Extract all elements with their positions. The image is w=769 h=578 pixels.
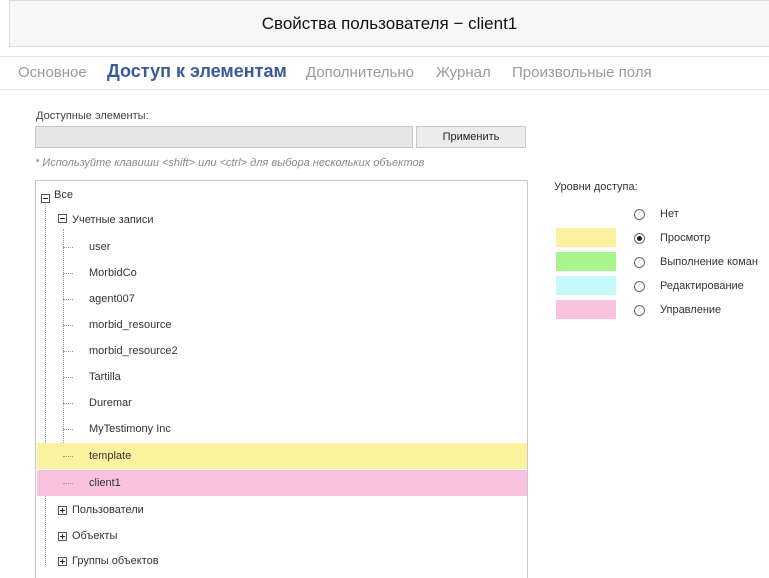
tree-leaf-account[interactable]: user xyxy=(37,234,527,260)
account-label: MyTestimony Inc xyxy=(89,423,171,435)
tree-connector xyxy=(63,377,73,378)
tab-element-access[interactable]: Доступ к элементам xyxy=(107,61,287,82)
available-elements-label: Доступные элементы: xyxy=(36,110,149,122)
radio-access-view[interactable] xyxy=(634,233,645,244)
tree-node-object-groups[interactable]: Группы объектов xyxy=(72,548,159,574)
tab-bar: Основное Доступ к элементам Дополнительн… xyxy=(0,56,769,90)
account-label: MorbidCo xyxy=(89,267,137,279)
access-levels-title: Уровни доступа: xyxy=(554,181,638,193)
color-swatch-edit xyxy=(556,276,616,295)
tab-additional[interactable]: Дополнительно xyxy=(306,64,414,81)
color-swatch-exec xyxy=(556,252,616,271)
color-swatch-view xyxy=(556,228,616,247)
tree-node-users[interactable]: Пользователи xyxy=(72,497,144,523)
tree-leaf-account[interactable]: morbid_resource2 xyxy=(37,338,527,364)
tree-leaf-account[interactable]: agent007 xyxy=(37,286,527,312)
available-elements-input[interactable] xyxy=(35,126,413,148)
access-level-label: Выполнение коман xyxy=(660,256,758,268)
tree-leaf-account[interactable]: Duremar xyxy=(37,390,527,416)
color-swatch-manage xyxy=(556,300,616,319)
tree-leaf-account[interactable]: morbid_resource xyxy=(37,312,527,338)
tree-connector xyxy=(63,456,73,457)
tree-leaf-account[interactable]: Tartilla xyxy=(37,364,527,390)
account-label: user xyxy=(89,241,111,253)
tree-connector xyxy=(63,325,73,326)
tree-connector xyxy=(63,247,73,248)
expand-icon[interactable] xyxy=(58,506,67,515)
account-label: Tartilla xyxy=(89,371,121,383)
dialog-title: Свойства пользователя − client1 xyxy=(261,14,518,33)
expand-icon[interactable] xyxy=(58,532,67,541)
tree-node-objects[interactable]: Объекты xyxy=(72,523,117,549)
tree-node-all[interactable]: Все xyxy=(54,182,73,208)
tree-connector xyxy=(63,429,73,430)
radio-access-none[interactable] xyxy=(634,209,645,220)
tree-leaf-account[interactable]: MyTestimony Inc xyxy=(37,416,527,442)
expand-icon[interactable] xyxy=(58,557,67,566)
tree-connector xyxy=(63,273,73,274)
collapse-icon[interactable] xyxy=(41,194,50,203)
account-label: agent007 xyxy=(89,293,135,305)
tab-main[interactable]: Основное xyxy=(18,64,87,81)
account-label: Duremar xyxy=(89,397,132,409)
title-bar: Свойства пользователя − client1 xyxy=(9,0,769,47)
tree-node-accounts[interactable]: Учетные записи xyxy=(72,207,154,233)
tree-connector xyxy=(63,403,73,404)
elements-tree: Все Учетные записи user MorbidCo agent00… xyxy=(35,180,528,578)
collapse-icon[interactable] xyxy=(58,214,67,223)
radio-access-edit[interactable] xyxy=(634,281,645,292)
tree-connector xyxy=(63,483,73,484)
tab-custom-fields[interactable]: Произвольные поля xyxy=(512,64,652,81)
tree-leaf-account-manage[interactable]: client1 xyxy=(37,470,527,496)
radio-access-exec[interactable] xyxy=(634,257,645,268)
access-level-label: Нет xyxy=(660,208,679,220)
tree-connector xyxy=(63,351,73,352)
tree-connector xyxy=(63,299,73,300)
radio-access-manage[interactable] xyxy=(634,305,645,316)
account-label: morbid_resource2 xyxy=(89,345,178,357)
tab-log[interactable]: Журнал xyxy=(436,64,491,81)
tree-leaf-account-view[interactable]: template xyxy=(37,443,527,469)
multi-select-hint: * Используйте клавиши <shift> или <ctrl>… xyxy=(35,157,425,169)
account-label: client1 xyxy=(89,477,121,489)
access-level-label: Просмотр xyxy=(660,232,711,244)
access-level-label: Управление xyxy=(660,304,722,316)
access-level-label: Редактирование xyxy=(660,280,744,292)
account-label: morbid_resource xyxy=(89,319,172,331)
account-label: template xyxy=(89,450,132,462)
apply-button[interactable]: Применить xyxy=(416,126,526,148)
tree-leaf-account[interactable]: MorbidCo xyxy=(37,260,527,286)
